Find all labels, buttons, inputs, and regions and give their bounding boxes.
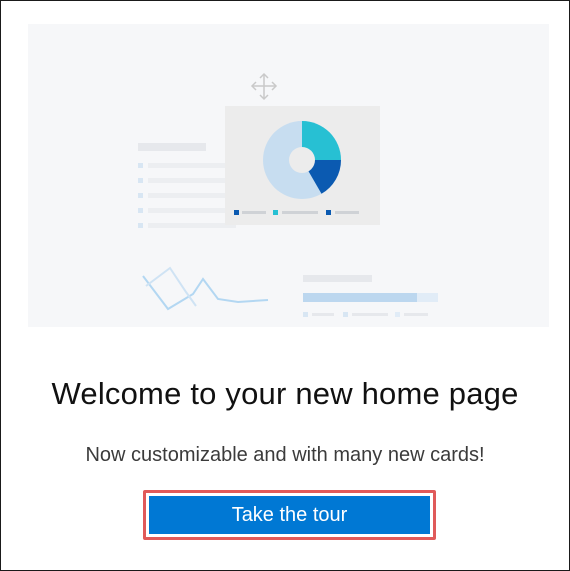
take-the-tour-button[interactable]: Take the tour [149, 496, 430, 534]
home-page-illustration [28, 24, 549, 327]
list-skeleton [138, 143, 236, 228]
welcome-dialog: Welcome to your new home page Now custom… [0, 0, 570, 571]
bar-card [303, 275, 438, 317]
dialog-title: Welcome to your new home page [51, 376, 519, 411]
chart-card [225, 106, 380, 225]
line-chart-sketch [142, 266, 269, 311]
dialog-subtitle: Now customizable and with many new cards… [85, 444, 485, 466]
move-arrows-icon [250, 72, 278, 101]
illustration-graphic [138, 72, 438, 317]
